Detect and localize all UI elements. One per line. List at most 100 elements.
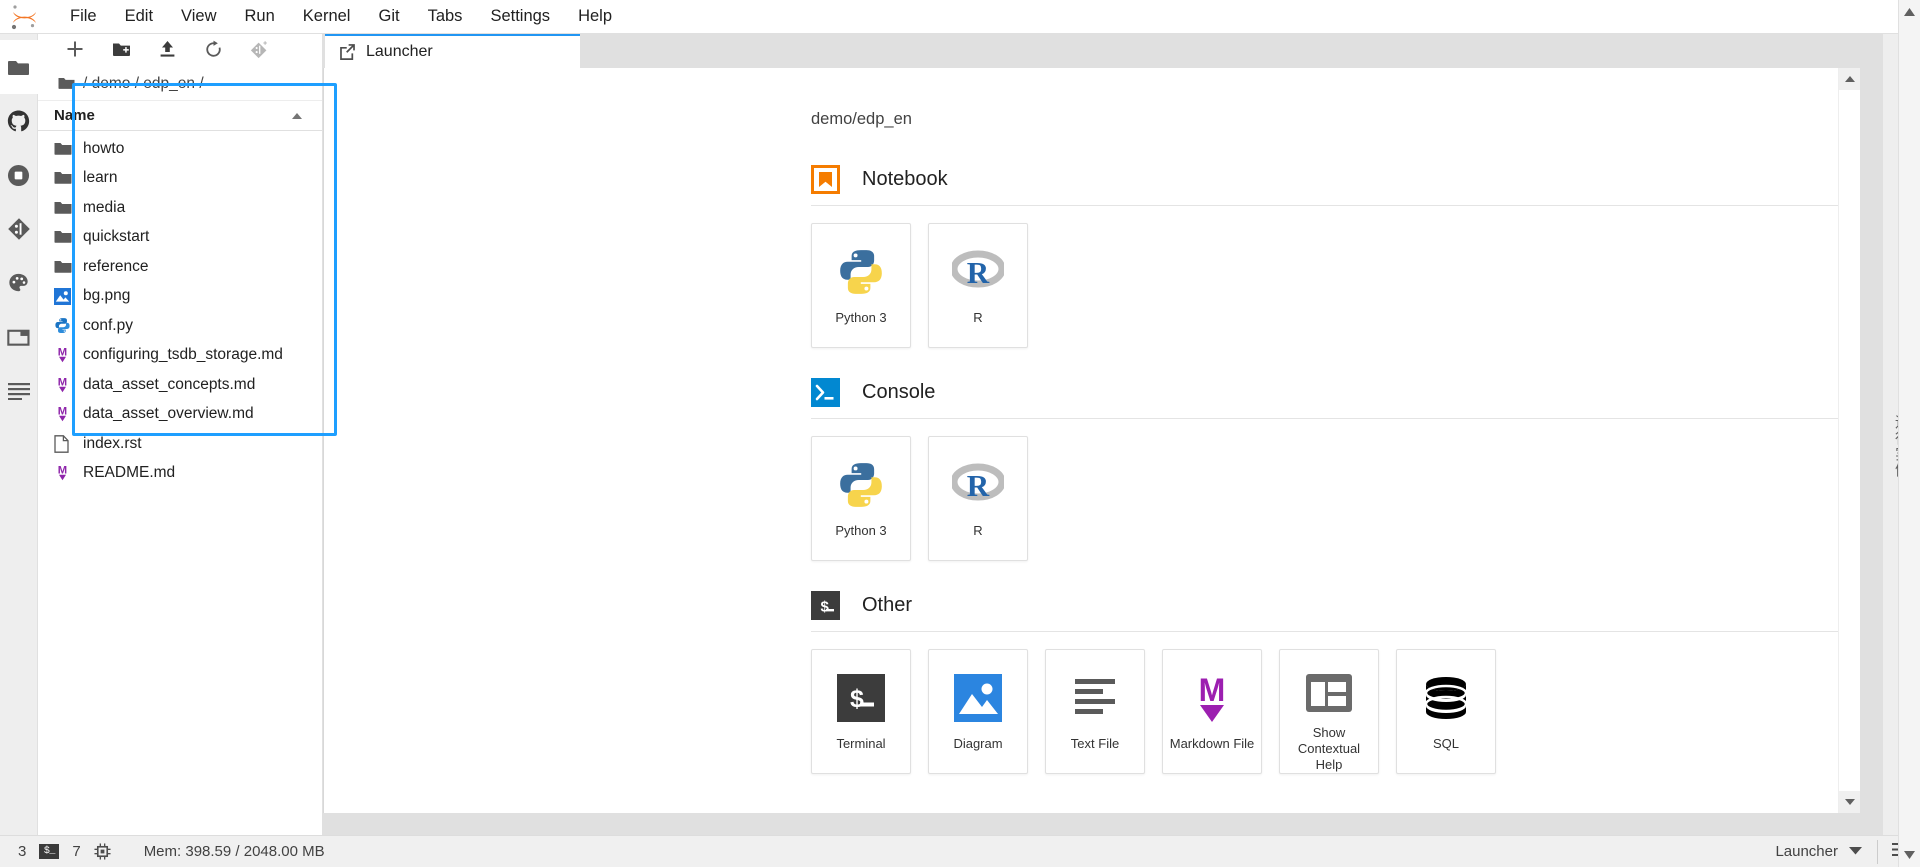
terminal-count[interactable]: 7 bbox=[72, 843, 80, 860]
status-divider bbox=[1877, 839, 1878, 864]
menu-kernel[interactable]: Kernel bbox=[289, 4, 365, 29]
r-icon: R bbox=[952, 250, 1004, 290]
text-file-icon bbox=[1075, 679, 1115, 714]
launcher-card-row: Python 3RR bbox=[811, 419, 1724, 585]
python-icon bbox=[840, 250, 882, 294]
sql-icon bbox=[1424, 677, 1468, 719]
menu-settings[interactable]: Settings bbox=[476, 4, 564, 29]
menu-help[interactable]: Help bbox=[564, 4, 626, 29]
upload-files-button[interactable] bbox=[146, 35, 188, 63]
refresh-button[interactable] bbox=[192, 35, 234, 63]
launcher-card[interactable]: Python 3 bbox=[811, 223, 911, 348]
launcher-scrollbar[interactable] bbox=[1838, 68, 1860, 813]
markdown-icon: M bbox=[54, 346, 74, 364]
memory-usage: Mem: 398.59 / 2048.00 MB bbox=[143, 843, 325, 860]
jupyterlab-window: File Edit View Run Kernel Git Tabs Setti… bbox=[0, 0, 1920, 867]
running-terminals-icon bbox=[7, 164, 30, 186]
launcher-section: Console Python 3RR bbox=[811, 378, 1860, 585]
file-list-item[interactable]: bg.png bbox=[38, 282, 322, 312]
dock-area: Launcher demo/edp_en Notebook Python 3RRC… bbox=[323, 34, 1882, 835]
launcher-card[interactable]: Show Contextual Help bbox=[1279, 649, 1379, 774]
status-dropdown-caret[interactable] bbox=[1848, 843, 1863, 860]
sidebar-item-themes[interactable] bbox=[0, 256, 38, 310]
file-list-item[interactable]: Mconfiguring_tsdb_storage.md bbox=[38, 341, 322, 371]
sidebar-item-open-tabs[interactable] bbox=[0, 310, 38, 364]
cpu-icon[interactable] bbox=[94, 843, 111, 860]
file-list-item[interactable]: learn bbox=[38, 164, 322, 194]
file-list-item[interactable]: Mdata_asset_concepts.md bbox=[38, 370, 322, 400]
file-list-column-header[interactable]: Name bbox=[38, 101, 322, 131]
launcher-section-title: Other bbox=[862, 594, 913, 616]
file-name-label: bg.png bbox=[83, 287, 131, 305]
window-scroll-up-icon[interactable] bbox=[1904, 3, 1915, 21]
launcher-card-label: Markdown File bbox=[1169, 736, 1255, 751]
window-scrollbar[interactable] bbox=[1898, 0, 1920, 867]
file-list-item[interactable]: media bbox=[38, 193, 322, 223]
menu-run[interactable]: Run bbox=[231, 4, 289, 29]
text-file-icon bbox=[1069, 672, 1121, 724]
sidebar-item-github[interactable] bbox=[0, 94, 38, 148]
file-list: howto learn media quickstart reference bg.png… bbox=[38, 131, 322, 835]
launcher-card[interactable]: $ Terminal bbox=[811, 649, 911, 774]
file-list-item[interactable]: conf.py bbox=[38, 311, 322, 341]
launcher-panel: demo/edp_en Notebook Python 3 R R Console Pyt… bbox=[323, 68, 1860, 813]
sidebar-item-running-terminals[interactable] bbox=[0, 148, 38, 202]
jupyter-logo-icon bbox=[8, 3, 40, 31]
sidebar-item-table-of-contents[interactable] bbox=[0, 364, 38, 418]
file-list-item[interactable]: Mdata_asset_overview.md bbox=[38, 400, 322, 430]
sidebar-item-git[interactable] bbox=[0, 202, 38, 256]
terminal-icon: $ bbox=[837, 674, 885, 722]
launcher-section-header: Console bbox=[811, 378, 1860, 419]
folder-icon bbox=[54, 228, 74, 246]
window-scroll-down-icon[interactable] bbox=[1904, 846, 1915, 864]
tab-label: Launcher bbox=[366, 43, 433, 60]
file-list-item[interactable]: quickstart bbox=[38, 223, 322, 253]
diagram-icon bbox=[952, 672, 1004, 724]
toc-icon bbox=[7, 383, 30, 400]
new-launcher-button[interactable] bbox=[54, 35, 96, 63]
r-icon: R bbox=[952, 246, 1004, 298]
launcher-card[interactable]: Python 3 bbox=[811, 436, 911, 561]
status-active-tab[interactable]: Launcher bbox=[1775, 843, 1838, 860]
file-browser-toolbar bbox=[38, 34, 322, 64]
file-list-item[interactable]: index.rst bbox=[38, 429, 322, 459]
new-folder-button[interactable] bbox=[100, 35, 142, 63]
python-icon bbox=[835, 246, 887, 298]
git-clone-button[interactable] bbox=[238, 35, 280, 63]
scroll-down-button[interactable] bbox=[1839, 791, 1860, 813]
markdown-icon: M bbox=[1199, 673, 1226, 722]
menu-git[interactable]: Git bbox=[364, 4, 413, 29]
launcher-card[interactable]: RR bbox=[928, 223, 1028, 348]
menu-file[interactable]: File bbox=[56, 4, 111, 29]
file-list-item[interactable]: howto bbox=[38, 134, 322, 164]
sidebar-item-file-browser[interactable] bbox=[0, 40, 38, 94]
file-name-label: configuring_tsdb_storage.md bbox=[83, 346, 283, 364]
svg-text:M: M bbox=[1199, 673, 1226, 708]
launcher-card-row: Python 3RR bbox=[811, 206, 1724, 372]
tab-launcher[interactable]: Launcher bbox=[325, 34, 580, 68]
menu-view[interactable]: View bbox=[167, 4, 230, 29]
terminal-status-icon[interactable]: $_ bbox=[39, 844, 60, 859]
file-list-item[interactable]: M README.md bbox=[38, 459, 322, 489]
launcher-card[interactable]: RR bbox=[928, 436, 1028, 561]
launcher-card[interactable]: SQL bbox=[1396, 649, 1496, 774]
svg-text:R: R bbox=[967, 468, 990, 503]
python-icon bbox=[840, 463, 882, 507]
markdown-file-icon: M bbox=[58, 406, 67, 422]
file-list-item[interactable]: reference bbox=[38, 252, 322, 282]
markdown-icon: M bbox=[54, 405, 74, 423]
kernel-count[interactable]: 3 bbox=[18, 843, 26, 860]
launcher-card[interactable]: Diagram bbox=[928, 649, 1028, 774]
launcher-card-label: Terminal bbox=[836, 736, 886, 751]
folder-icon bbox=[54, 169, 74, 187]
menu-edit[interactable]: Edit bbox=[111, 4, 167, 29]
svg-text:M: M bbox=[58, 347, 67, 359]
breadcrumb[interactable]: / demo / edp_en / bbox=[38, 67, 322, 101]
upload-icon bbox=[160, 41, 174, 57]
folder-icon bbox=[54, 231, 72, 244]
launcher-section: Notebook Python 3RR bbox=[811, 165, 1860, 372]
menu-tabs[interactable]: Tabs bbox=[414, 4, 477, 29]
launcher-card[interactable]: M Markdown File bbox=[1162, 649, 1262, 774]
scroll-up-button[interactable] bbox=[1839, 68, 1860, 90]
launcher-card[interactable]: Text File bbox=[1045, 649, 1145, 774]
